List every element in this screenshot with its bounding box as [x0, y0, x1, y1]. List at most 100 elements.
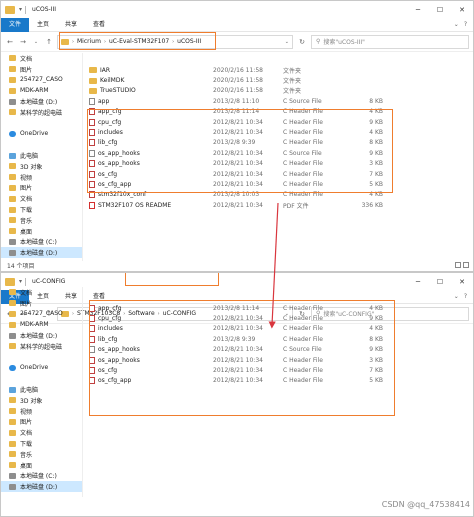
sidebar-item[interactable]: MDK-ARM: [1, 319, 82, 330]
file-date: 2012/8/21 10:34: [213, 149, 263, 157]
window-controls: ─ ☐ ✕: [407, 1, 473, 18]
file-type: 文件夹: [283, 67, 302, 75]
sidebar-item[interactable]: 文档: [1, 53, 82, 64]
folder-icon: [9, 300, 16, 307]
sidebar-item[interactable]: 图片: [1, 64, 82, 75]
sidebar-item[interactable]: 254727_CASO: [1, 75, 82, 86]
sidebar-item[interactable]: 3D 对象: [1, 161, 82, 172]
file-row[interactable]: includes 2012/8/21 10:34 C Header File 4 KB: [85, 127, 473, 137]
file-row[interactable]: app_cfg 2013/2/8 11:14 C Header File 4 KB: [85, 303, 473, 313]
file-type: C Source File: [283, 346, 322, 354]
sidebar-item[interactable]: MDK-ARM: [1, 85, 82, 96]
address-dropdown-icon[interactable]: ⌄: [282, 39, 292, 45]
file-size: 5 KB: [369, 377, 383, 385]
file-row[interactable]: os_app_hooks 2012/8/21 10:34 C Header File…: [85, 355, 473, 365]
file-row[interactable]: os_app_hooks 2012/8/21 10:34 C Source File…: [85, 345, 473, 355]
sidebar-item[interactable]: 本地磁盘 (D:): [1, 481, 82, 493]
sidebar-item[interactable]: 下载: [1, 438, 82, 449]
file-name-cell: os_app_hooks: [85, 160, 213, 168]
file-type: 文件夹: [283, 78, 302, 86]
sidebar-item[interactable]: 图片: [1, 183, 82, 194]
sidebar-item[interactable]: 视频: [1, 406, 82, 417]
file-row[interactable]: app 2013/2/8 11:10 C Source File 8 KB: [85, 96, 473, 106]
file-row[interactable]: os_app_hooks 2012/8/21 10:34 C Header File…: [85, 159, 473, 169]
sidebar-item[interactable]: 本地磁盘 (C:): [1, 237, 82, 248]
quick-access-save-icon[interactable]: ▾: [19, 278, 22, 285]
sidebar-item[interactable]: 音乐: [1, 215, 82, 226]
file-row[interactable]: lib_cfg 2013/2/8 9:39 C Header File 8 KB: [85, 334, 473, 344]
forward-arrow-icon[interactable]: →: [18, 38, 28, 46]
up-arrow-icon[interactable]: ↑: [44, 38, 54, 46]
sidebar-item[interactable]: 图片: [1, 417, 82, 428]
file-row[interactable]: cpu_cfg 2012/8/21 10:34 C Header File 9 KB: [85, 313, 473, 323]
c-header-file-icon: [89, 367, 95, 375]
file-name-cell: cpu_cfg: [85, 315, 213, 323]
recent-chevron-icon[interactable]: ⌄: [31, 39, 41, 45]
large-icons-view-icon[interactable]: [463, 262, 469, 268]
sidebar-item[interactable]: 本地磁盘 (D:): [1, 247, 82, 259]
help-icon[interactable]: ?: [464, 21, 467, 28]
quick-access-save-icon[interactable]: ▾: [19, 6, 22, 13]
file-size: 4 KB: [369, 325, 383, 333]
window-title: uCOS-III: [32, 6, 57, 13]
sidebar-item[interactable]: 桌面: [1, 460, 82, 471]
sidebar-item[interactable]: 3D 对象: [1, 395, 82, 406]
sidebar-item[interactable]: OneDrive: [1, 129, 82, 140]
file-row[interactable]: os_cfg_app 2012/8/21 10:34 C Header File 5 …: [85, 179, 473, 189]
sidebar-item[interactable]: 文档: [1, 193, 82, 204]
file-row[interactable]: STM32F107 OS README 2012/8/21 10:34 PDF 文件…: [85, 200, 473, 210]
tab-share[interactable]: 共享: [57, 18, 85, 32]
file-name-cell: STM32F107 OS README: [85, 201, 213, 209]
file-row[interactable]: TrueSTUDIO 2020/2/16 11:58 文件夹: [85, 86, 473, 96]
sidebar-item[interactable]: OneDrive: [1, 363, 82, 374]
file-row[interactable]: IAR 2020/2/16 11:58 文件夹: [85, 65, 473, 75]
sidebar-item[interactable]: 此电脑: [1, 384, 82, 395]
minimize-icon[interactable]: ─: [407, 1, 429, 18]
file-row[interactable]: includes 2012/8/21 10:34 C Header File 4 KB: [85, 324, 473, 334]
sidebar-item[interactable]: 某科学的超电磁: [1, 107, 82, 118]
tab-view[interactable]: 查看: [85, 18, 113, 32]
file-row[interactable]: os_app_hooks 2012/8/21 10:34 C Source File…: [85, 148, 473, 158]
file-row[interactable]: os_cfg 2012/8/21 10:34 C Header File 7 KB: [85, 169, 473, 179]
file-name-cell: cpu_cfg: [85, 118, 213, 126]
sidebar-item[interactable]: 视频: [1, 172, 82, 183]
file-row[interactable]: os_cfg 2012/8/21 10:34 C Header File 7 KB: [85, 365, 473, 375]
sidebar-item[interactable]: 本地磁盘 (C:): [1, 471, 82, 482]
file-date: 2012/8/21 10:34: [213, 377, 263, 385]
sidebar-item[interactable]: 下载: [1, 204, 82, 215]
tab-home[interactable]: 主页: [29, 18, 57, 32]
refresh-icon[interactable]: ↻: [296, 38, 308, 46]
chevron-down-icon[interactable]: ⌄: [454, 21, 459, 28]
sidebar-item[interactable]: 254727_CASO: [1, 309, 82, 320]
back-arrow-icon[interactable]: ←: [5, 38, 15, 46]
sidebar-item: [1, 139, 82, 150]
breadcrumb-item[interactable]: Micrium: [77, 38, 101, 45]
file-row[interactable]: stm32f10x_conf 2013/2/8 10:03 C Header Fil…: [85, 190, 473, 200]
file-row[interactable]: lib_cfg 2013/2/8 9:39 C Header File 8 KB: [85, 138, 473, 148]
sidebar-item[interactable]: 音乐: [1, 449, 82, 460]
file-row[interactable]: app_cfg 2013/2/8 11:14 C Header File 4 KB: [85, 107, 473, 117]
file-row[interactable]: os_cfg_app 2012/8/21 10:34 C Header File 5 …: [85, 376, 473, 386]
sidebar-item[interactable]: 此电脑: [1, 150, 82, 161]
details-view-icon[interactable]: [455, 262, 461, 268]
maximize-icon[interactable]: ☐: [429, 1, 451, 18]
file-row[interactable]: KeilMDK 2020/2/16 11:58 文件夹: [85, 75, 473, 85]
sidebar-item[interactable]: 桌面: [1, 226, 82, 237]
file-row[interactable]: cpu_cfg 2012/8/21 10:34 C Header File 9 KB: [85, 117, 473, 127]
sidebar-item-label: 某科学的超电磁: [20, 343, 63, 351]
sidebar-item[interactable]: 本地磁盘 (D:): [1, 330, 82, 341]
sidebar-item[interactable]: 本地磁盘 (D:): [1, 96, 82, 107]
breadcrumb-item[interactable]: uCOS-III: [177, 38, 201, 45]
sidebar-item[interactable]: 文档: [1, 287, 82, 298]
close-icon[interactable]: ✕: [451, 1, 473, 18]
sidebar-item[interactable]: 图片: [1, 298, 82, 309]
breadcrumb-item[interactable]: uC-Eval-STM32F107: [109, 38, 169, 45]
sidebar-item[interactable]: 文档: [1, 427, 82, 438]
tab-file[interactable]: 文件: [1, 17, 30, 32]
ribbon-tabs: 文件 主页 共享 查看 ⌄ ?: [1, 17, 473, 32]
sidebar-item[interactable]: 某科学的超电磁: [1, 341, 82, 352]
address-bar[interactable]: › Micrium › uC-Eval-STM32F107 › uCOS-III…: [57, 34, 293, 49]
breadcrumb-separator: ›: [172, 38, 175, 45]
file-type: C Header File: [283, 377, 323, 385]
search-input[interactable]: ⚲ 搜索"uCOS-III": [311, 34, 469, 49]
